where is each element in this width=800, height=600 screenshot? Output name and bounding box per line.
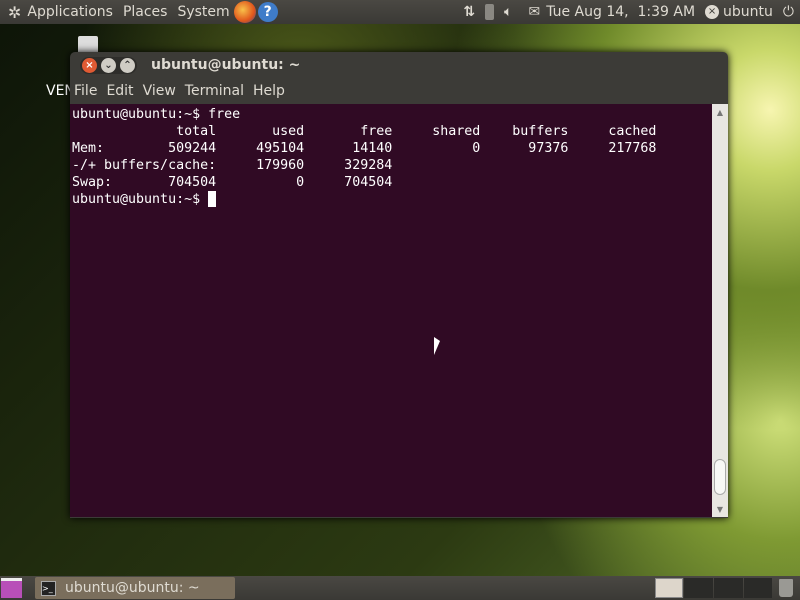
top-panel: ✲ Applications Places System ? ⇅ 🔈︎ ✉ Tu… <box>0 0 800 24</box>
firefox-icon[interactable] <box>233 1 256 23</box>
mail-icon[interactable]: ✉ <box>528 4 540 20</box>
taskbar-item-terminal[interactable]: >_ ubuntu@ubuntu: ~ <box>35 577 235 599</box>
network-icon[interactable]: ⇅ <box>463 4 475 20</box>
scroll-up-icon[interactable]: ▲ <box>712 108 728 117</box>
show-desktop-icon[interactable] <box>1 578 22 598</box>
user-status-icon[interactable]: × <box>705 5 720 19</box>
terminal-output[interactable]: ubuntu@ubuntu:~$ free total used free sh… <box>70 104 712 517</box>
workspace-1[interactable] <box>655 578 683 598</box>
clock[interactable]: Tue Aug 14, 1:39 AM <box>546 4 695 20</box>
scrollbar[interactable]: ▲ ▼ <box>712 104 728 517</box>
user-menu[interactable]: ubuntu <box>723 4 773 20</box>
battery-icon[interactable] <box>485 4 495 20</box>
menu-view[interactable]: View <box>143 83 176 99</box>
workspace-4[interactable] <box>744 578 772 598</box>
terminal-line: ubuntu@ubuntu:~$ free <box>72 107 241 122</box>
help-icon[interactable]: ? <box>257 2 278 22</box>
close-icon[interactable]: × <box>82 57 97 73</box>
menu-file[interactable]: File <box>74 83 97 99</box>
volume-icon[interactable]: 🔈︎ <box>504 4 512 20</box>
power-icon[interactable]: ⏻ <box>783 4 794 20</box>
menu-bar: File Edit View Terminal Help <box>70 78 728 104</box>
minimize-icon[interactable]: ⌄ <box>101 57 116 73</box>
terminal-window: × ⌄ ⌃ ubuntu@ubuntu: ~ File Edit View Te… <box>70 52 728 518</box>
terminal-line: -/+ buffers/cache: 179960 329284 <box>72 158 393 173</box>
title-bar[interactable]: × ⌄ ⌃ ubuntu@ubuntu: ~ <box>70 52 728 78</box>
scrollbar-thumb[interactable] <box>714 459 726 495</box>
window-title: ubuntu@ubuntu: ~ <box>151 57 301 73</box>
terminal-line: Swap: 704504 0 704504 <box>72 175 393 190</box>
menu-terminal[interactable]: Terminal <box>185 83 244 99</box>
maximize-icon[interactable]: ⌃ <box>120 57 135 73</box>
workspace-2[interactable] <box>684 578 713 598</box>
trash-icon[interactable] <box>779 579 793 597</box>
ubuntu-logo-icon[interactable]: ✲ <box>8 3 21 22</box>
menu-help[interactable]: Help <box>253 83 285 99</box>
terminal-line: total used free shared buffers cached <box>72 124 657 139</box>
terminal-line: Mem: 509244 495104 14140 0 97376 217768 <box>72 141 657 156</box>
bottom-panel: >_ ubuntu@ubuntu: ~ <box>0 576 800 600</box>
mouse-pointer-icon <box>434 337 440 355</box>
menu-applications[interactable]: Applications <box>27 4 113 20</box>
text-cursor <box>208 191 217 207</box>
terminal-prompt: ubuntu@ubuntu:~$ <box>72 192 209 207</box>
scroll-down-icon[interactable]: ▼ <box>712 505 728 514</box>
workspace-3[interactable] <box>714 578 743 598</box>
menu-edit[interactable]: Edit <box>106 83 133 99</box>
menu-system[interactable]: System <box>177 4 229 20</box>
taskbar-item-label: ubuntu@ubuntu: ~ <box>65 580 200 596</box>
terminal-icon: >_ <box>41 580 56 596</box>
menu-places[interactable]: Places <box>123 4 168 20</box>
